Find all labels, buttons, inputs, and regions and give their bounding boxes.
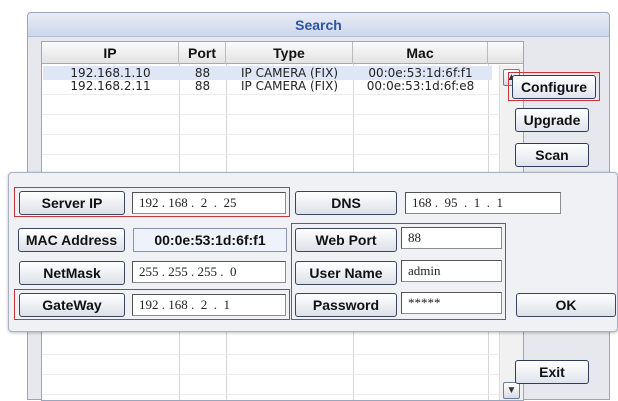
cell-ip: 192.168.2.11 <box>70 79 151 93</box>
upgrade-button[interactable]: Upgrade <box>515 108 589 132</box>
dns-label: DNS <box>295 191 397 215</box>
table-header: IP Port Type Mac <box>42 42 523 64</box>
triangle-down-icon: ▼ <box>506 385 517 396</box>
web-port-input[interactable]: 88 <box>401 227 502 249</box>
configure-button[interactable]: Configure <box>512 75 596 99</box>
cell-mac: 00:0e:53:1d:6f:f1 <box>368 66 473 80</box>
server-ip-label: Server IP <box>19 191 125 215</box>
cell-type: IP CAMERA (FIX) <box>240 79 338 93</box>
row-divider <box>42 154 523 155</box>
mac-address-label: MAC Address <box>18 228 125 252</box>
dns-input[interactable]: 168 . 95 . 1 . 1 <box>405 192 561 214</box>
network-config-panel: Server IP 192 . 168 . 2 . 25 MAC Address… <box>8 172 618 332</box>
row-divider <box>42 374 523 375</box>
cell-type: IP CAMERA (FIX) <box>240 66 338 80</box>
password-input[interactable]: ***** <box>401 292 502 314</box>
ok-button[interactable]: OK <box>516 293 616 317</box>
gateway-label: GateWay <box>19 293 125 317</box>
user-name-label: User Name <box>295 261 397 285</box>
column-header-ip[interactable]: IP <box>42 42 179 64</box>
netmask-label: NetMask <box>19 261 125 285</box>
column-header-port[interactable]: Port <box>179 42 226 64</box>
cell-ip: 192.168.1.10 <box>70 66 151 80</box>
column-header-mac[interactable]: Mac <box>353 42 488 64</box>
web-port-label: Web Port <box>295 228 397 252</box>
exit-button[interactable]: Exit <box>515 360 589 384</box>
window-title: Search <box>28 13 609 37</box>
row-divider <box>42 354 523 355</box>
row-divider <box>42 114 523 115</box>
scan-button[interactable]: Scan <box>515 143 589 167</box>
scroll-down-button[interactable]: ▼ <box>503 382 520 399</box>
server-ip-input[interactable]: 192 . 168 . 2 . 25 <box>132 192 286 214</box>
row-divider <box>42 394 523 395</box>
gateway-input[interactable]: 192 . 168 . 2 . 1 <box>132 294 286 316</box>
user-name-input[interactable]: admin <box>401 260 502 282</box>
mac-address-value: 00:0e:53:1d:6f:f1 <box>133 228 287 252</box>
netmask-input[interactable]: 255 . 255 . 255 . 0 <box>132 261 286 283</box>
cell-mac: 00:0e:53:1d:6f:e8 <box>366 79 475 93</box>
cell-port: 88 <box>194 79 211 93</box>
row-divider <box>42 134 523 135</box>
row-divider <box>42 94 523 95</box>
password-label: Password <box>295 293 397 317</box>
column-header-type[interactable]: Type <box>226 42 353 64</box>
cell-port: 88 <box>194 66 211 80</box>
